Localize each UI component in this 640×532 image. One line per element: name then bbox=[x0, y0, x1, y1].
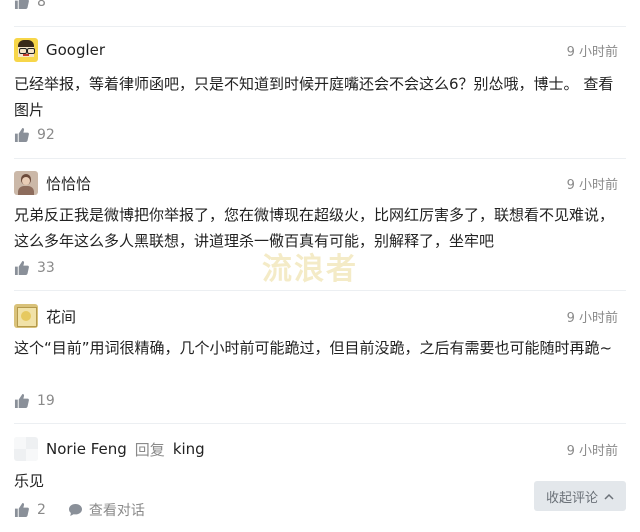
like-button[interactable]: 92 bbox=[14, 127, 55, 143]
username[interactable]: Googler bbox=[46, 41, 105, 59]
reply-to-user[interactable]: king bbox=[173, 440, 205, 458]
username[interactable]: Norie Feng bbox=[46, 440, 127, 458]
like-button[interactable]: 19 bbox=[14, 393, 55, 409]
view-conversation-label: 查看对话 bbox=[88, 503, 145, 519]
divider bbox=[14, 158, 626, 159]
thumbs-up-icon bbox=[14, 394, 29, 408]
comment-text: 兄弟反正我是微博把你举报了，您在微博现在超级火，比网红厉害多了，联想看不见难说，… bbox=[14, 206, 615, 250]
avatar[interactable] bbox=[14, 38, 38, 62]
timestamp: 9 小时前 bbox=[566, 45, 618, 60]
timestamp: 9 小时前 bbox=[566, 444, 618, 459]
avatar[interactable] bbox=[14, 171, 38, 195]
comment-actions: 2 查看对话 bbox=[14, 500, 145, 520]
thumbs-up-icon bbox=[14, 0, 29, 9]
chevron-up-icon bbox=[604, 493, 614, 500]
thumbs-up-icon bbox=[14, 261, 29, 275]
thumbs-up-icon[interactable] bbox=[14, 503, 29, 517]
avatar[interactable] bbox=[14, 437, 38, 461]
username[interactable]: 花间 bbox=[46, 306, 76, 327]
view-conversation-button[interactable]: 查看对话 bbox=[68, 500, 145, 520]
timestamp: 9 小时前 bbox=[566, 311, 618, 326]
like-count: 92 bbox=[37, 127, 55, 143]
like-button[interactable]: 33 bbox=[14, 260, 55, 276]
collapse-comments-label: 收起评论 bbox=[545, 490, 598, 506]
username[interactable]: 恰恰恰 bbox=[46, 173, 91, 194]
divider bbox=[14, 26, 626, 27]
previous-comment-like[interactable]: 8 bbox=[14, 0, 46, 10]
reply-label: 回复 bbox=[134, 440, 165, 459]
like-count: 2 bbox=[37, 502, 46, 518]
chat-bubble-icon bbox=[68, 504, 82, 516]
like-count: 33 bbox=[37, 260, 55, 276]
comment-text: 这个“目前”用词很精确，几个小时前可能跪过，但目前没跪，之后有需要也可能随时再跪… bbox=[14, 339, 613, 357]
avatar[interactable] bbox=[14, 304, 38, 328]
thumbs-up-icon bbox=[14, 128, 29, 142]
comment-text: 已经举报，等着律师函吧，只是不知道到时候开庭嘴还会不会这么6？别怂哦，博士。 查… bbox=[14, 71, 614, 123]
timestamp: 9 小时前 bbox=[566, 178, 618, 193]
collapse-comments-button[interactable]: 收起评论 bbox=[534, 481, 626, 511]
like-count: 8 bbox=[37, 0, 46, 10]
divider bbox=[14, 423, 626, 424]
comment-body: 已经举报，等着律师函吧，只是不知道到时候开庭嘴还会不会这么6？别怂哦，博士。 bbox=[14, 75, 579, 93]
divider bbox=[14, 290, 626, 291]
comment-text: 乐见 bbox=[14, 472, 45, 490]
like-count: 19 bbox=[37, 393, 55, 409]
